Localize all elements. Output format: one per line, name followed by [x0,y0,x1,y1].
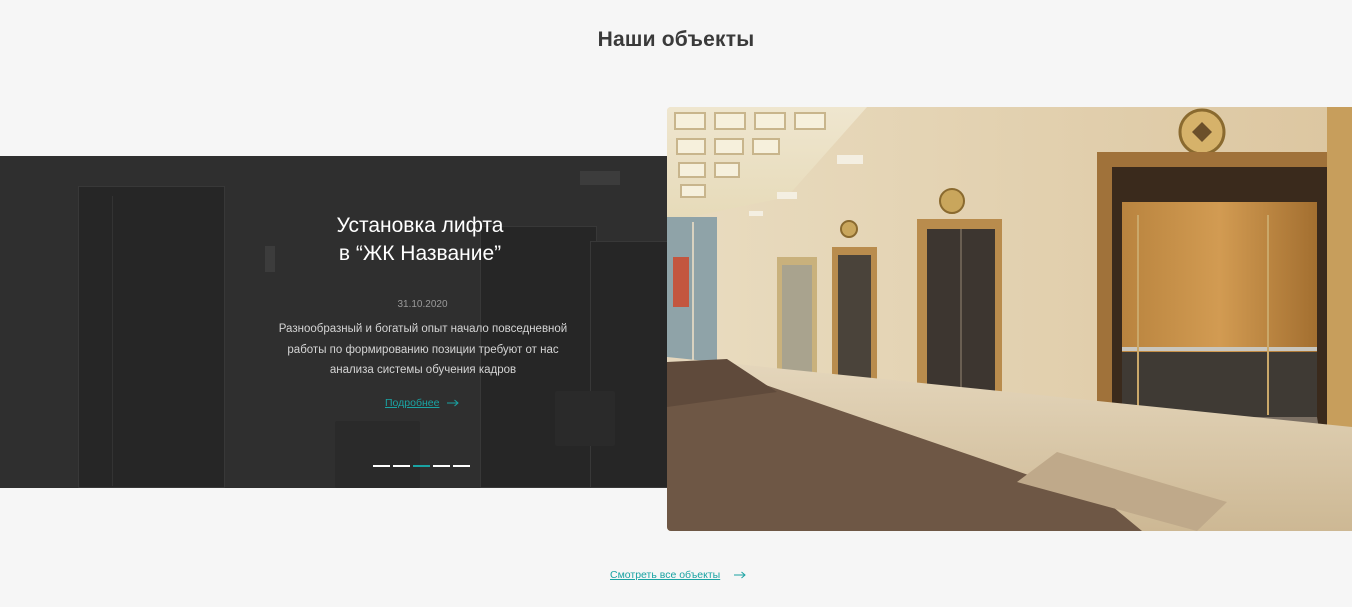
section-title: Наши объекты [597,28,755,51]
more-link-label: Подробнее [385,397,440,409]
view-all-objects-link[interactable]: Смотреть все объекты [610,569,746,581]
slide-description: Разнообразный и богатый опыт начало повс… [278,323,568,376]
slider-dot-4[interactable] [433,465,450,467]
slider-dot-2[interactable] [393,465,410,467]
arrow-right-icon [447,399,460,407]
more-link[interactable]: Подробнее [385,396,460,410]
slider-dot-5[interactable] [453,465,470,467]
objects-section: Наши объекты Установка лифта в “ЖК Назва… [0,0,1352,607]
slider-pagination [373,465,470,467]
slider-dot-1[interactable] [373,465,390,467]
arrow-right-icon [734,571,746,579]
elevator-lobby-illustration [667,107,1352,531]
elevator-lobby-photo [667,107,1352,531]
view-all-objects-label: Смотреть все объекты [610,569,721,581]
slider-dot-3[interactable] [413,465,430,467]
